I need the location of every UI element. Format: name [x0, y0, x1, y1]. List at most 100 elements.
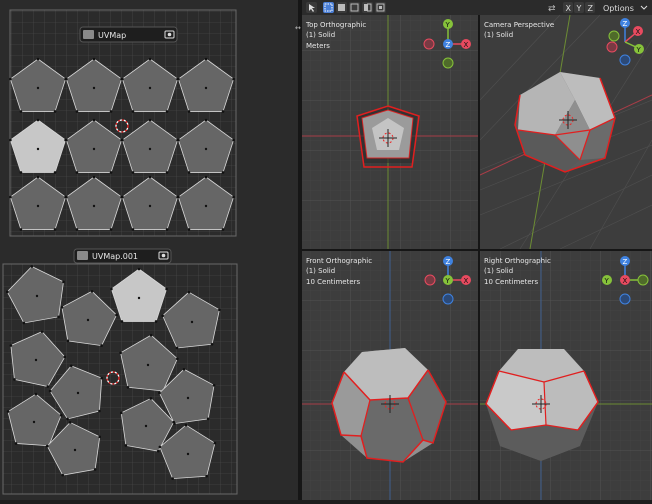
uv-vertex[interactable] — [36, 57, 40, 61]
uv-vertex[interactable] — [232, 195, 235, 199]
uv-vertex[interactable] — [187, 228, 191, 231]
uv-vertex[interactable] — [65, 195, 68, 199]
uv-vertex[interactable] — [182, 367, 186, 371]
uv-vertex[interactable] — [19, 228, 23, 231]
uv-vertex[interactable] — [172, 420, 176, 424]
viewport-right-orthographic[interactable]: Right Orthographic (1) Solid 10 Centimet… — [480, 251, 652, 500]
uv-vertex[interactable] — [92, 175, 96, 179]
uv-vertex[interactable] — [6, 410, 10, 413]
uv-vertex[interactable] — [221, 110, 225, 113]
area-splitter[interactable] — [298, 0, 302, 500]
uv-vertex[interactable] — [68, 421, 72, 424]
uv-vertex[interactable] — [100, 376, 104, 380]
uv-vertex[interactable] — [53, 171, 57, 174]
uv-vertex[interactable] — [22, 321, 26, 325]
uv-vertex[interactable] — [148, 118, 152, 122]
uv-vertex[interactable] — [149, 397, 153, 400]
uv-vertex[interactable] — [187, 171, 191, 174]
uv-vertex[interactable] — [131, 110, 135, 113]
viewport-splitter-horizontal[interactable] — [302, 249, 652, 251]
uv-vertex[interactable] — [9, 138, 12, 142]
uv-vertex[interactable] — [75, 228, 79, 231]
viewport-splitter-vertical[interactable] — [478, 15, 480, 500]
uv-editor-top[interactable]: UVMap — [9, 9, 237, 237]
uv-vertex[interactable] — [213, 441, 217, 445]
uv-vertex[interactable] — [176, 357, 179, 361]
uv-vertex[interactable] — [19, 110, 23, 113]
uv-vertex[interactable] — [124, 444, 128, 447]
uv-vertex[interactable] — [5, 290, 9, 294]
uv-vertex[interactable] — [119, 351, 122, 355]
uv-vertex[interactable] — [218, 308, 221, 312]
uv-vertex[interactable] — [40, 330, 44, 333]
uv-vertex[interactable] — [204, 57, 208, 61]
uv-vertex[interactable] — [131, 171, 135, 174]
viewport-top-orthographic[interactable]: Top Orthographic (1) Solid Meters Y X Z — [302, 15, 478, 249]
uv-vertex[interactable] — [92, 57, 96, 61]
uv-vertex[interactable] — [137, 267, 141, 271]
uv-vertex[interactable] — [115, 313, 118, 317]
uv-vertex[interactable] — [204, 175, 208, 179]
uv-vertex[interactable] — [221, 228, 225, 231]
uv-vertex[interactable] — [53, 110, 57, 113]
uv-vertex[interactable] — [59, 413, 63, 417]
uv-vertex[interactable] — [206, 417, 210, 421]
uv-vertex[interactable] — [205, 474, 208, 478]
uv-vertex[interactable] — [36, 118, 40, 122]
uv-vertex[interactable] — [120, 320, 124, 323]
uv-vertex[interactable] — [232, 138, 235, 142]
uv-panel-header-2[interactable]: UVMap.001 — [73, 248, 172, 264]
uv-vertex[interactable] — [66, 339, 70, 343]
uv-vertex[interactable] — [171, 477, 174, 480]
uv-vertex[interactable] — [187, 290, 191, 294]
uv-vertex[interactable] — [126, 385, 130, 389]
uv-vertex[interactable] — [19, 171, 23, 174]
uv-vertex[interactable] — [177, 77, 180, 81]
uv-vertex[interactable] — [156, 449, 160, 453]
uv-vertex[interactable] — [93, 468, 97, 471]
uv-vertex[interactable] — [45, 444, 49, 448]
uv-vertex[interactable] — [210, 342, 214, 346]
uv-vertex[interactable] — [66, 417, 69, 421]
uv-vertex[interactable] — [109, 110, 113, 113]
uv-vertex[interactable] — [175, 346, 179, 350]
uv-vertex[interactable] — [221, 171, 225, 174]
uv-vertex[interactable] — [9, 344, 13, 347]
uv-vertex[interactable] — [75, 171, 79, 174]
uv-vertex[interactable] — [13, 378, 16, 381]
uv-vertex[interactable] — [90, 289, 94, 293]
uv-vertex[interactable] — [184, 423, 188, 427]
uv-vertex[interactable] — [63, 355, 67, 359]
uv-vertex[interactable] — [165, 171, 169, 174]
uv-vertex[interactable] — [92, 118, 96, 122]
uv-vertex[interactable] — [98, 409, 101, 413]
uv-vertex[interactable] — [98, 435, 102, 439]
uv-vertex[interactable] — [48, 389, 52, 393]
uv-vertex[interactable] — [100, 344, 103, 347]
uv-vertex[interactable] — [121, 77, 124, 81]
uv-vertex[interactable] — [65, 138, 68, 142]
uv-vertex[interactable] — [121, 195, 124, 199]
uv-vertex[interactable] — [62, 280, 65, 284]
uv-vertex[interactable] — [9, 195, 12, 199]
uv-vertex[interactable] — [212, 383, 216, 387]
uv-vertex[interactable] — [149, 333, 153, 337]
uv-vertex[interactable] — [34, 392, 38, 396]
uv-vertex[interactable] — [53, 228, 57, 231]
uv-vertex[interactable] — [165, 228, 169, 231]
viewport-camera-perspective[interactable]: Camera Perspective (1) Solid Z X Y — [479, 14, 652, 250]
uv-vertex[interactable] — [177, 195, 180, 199]
uv-vertex[interactable] — [46, 385, 50, 388]
uv-vertex[interactable] — [148, 175, 152, 179]
uv-vertex[interactable] — [57, 315, 60, 319]
uv-vertex[interactable] — [154, 320, 158, 323]
viewport-front-orthographic[interactable]: Front Orthographic (1) Solid 10 Centimet… — [302, 251, 478, 500]
uv-panel-header-1[interactable]: UVMap — [79, 26, 178, 43]
uv-vertex[interactable] — [148, 57, 152, 61]
uv-vertex[interactable] — [204, 118, 208, 122]
uv-vertex[interactable] — [75, 110, 79, 113]
split-arrow-icon[interactable]: ↔ — [295, 24, 301, 32]
uv-vertex[interactable] — [65, 77, 68, 81]
uv-vertex[interactable] — [9, 77, 12, 81]
uv-vertex[interactable] — [36, 175, 40, 179]
